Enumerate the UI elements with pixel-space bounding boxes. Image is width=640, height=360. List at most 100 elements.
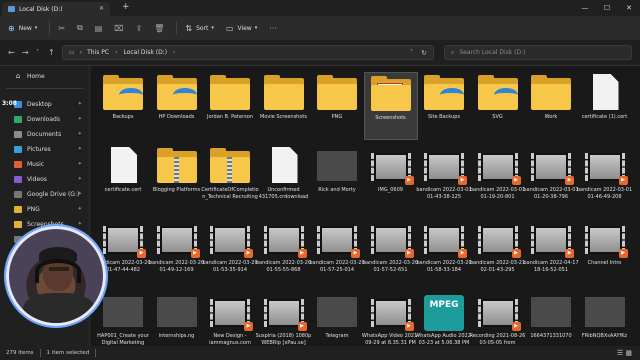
pin-icon[interactable]: ✦ (78, 131, 82, 137)
file-item[interactable]: ▶ bandicam 2022-03-20 01-49-12-169 (149, 218, 204, 286)
file-item[interactable]: HP Downloads (150, 72, 204, 140)
pin-icon[interactable]: ✦ (78, 161, 82, 167)
file-item[interactable]: Unconfirmed 431705.crdownload (257, 145, 311, 213)
document-icon (101, 147, 145, 185)
file-item[interactable]: ▶ Channel Intro (578, 218, 632, 286)
pin-icon[interactable]: ✦ (78, 191, 82, 197)
pin-icon[interactable]: ✦ (78, 206, 82, 212)
maximize-button[interactable]: ☐ (596, 0, 618, 16)
file-item[interactable]: ▶ bandicam 2022-03-01 01-46-49-208 (577, 145, 632, 213)
file-item[interactable]: SVG (471, 72, 525, 140)
sidebar-item[interactable]: Documents ✦ (14, 128, 88, 140)
pin-icon[interactable]: ✦ (78, 221, 82, 227)
file-item[interactable]: Site Backups (417, 72, 471, 140)
pin-icon[interactable]: ✦ (78, 146, 82, 152)
sidebar-item[interactable]: PNG ✦ (14, 203, 88, 215)
document-icon (583, 74, 627, 112)
file-item[interactable]: ▶ bandicam 2022-03-20 01-58-33-184 (416, 218, 472, 286)
file-item[interactable]: Movie Screenshots (257, 72, 311, 140)
more-options-button[interactable]: ··· (269, 24, 277, 33)
pin-icon[interactable]: ✦ (78, 116, 82, 122)
sidebar-item[interactable]: Pictures ✦ (14, 143, 88, 155)
pictures-icon (14, 145, 22, 153)
file-name: bandicam 2022-04-17 18-16-52-051 (523, 260, 579, 273)
file-item[interactable]: ▶ bandicam 2022-03-01 01-20-38-796 (523, 145, 579, 213)
file-item[interactable]: ▶ New Design - iammagnus.com (203, 291, 257, 346)
sidebar-item[interactable]: Google Drive (G:) ✦ (14, 188, 88, 200)
file-item[interactable]: PNG (310, 72, 364, 140)
tab-close-icon[interactable]: ✕ (99, 5, 104, 12)
tab-local-disk[interactable]: Local Disk (D:) ✕ (2, 2, 110, 16)
file-item[interactable]: certificate (1).cert (578, 72, 632, 140)
video-thumbnail: ▶ (262, 293, 307, 331)
video-thumbnail: ▶ (529, 147, 574, 185)
file-item[interactable]: ▶ Suspiria (2018) 1080p WEBRip [xPau.se] (256, 291, 311, 346)
file-item[interactable]: Telegram (310, 291, 364, 346)
file-name: FRibNQBXsAAYfKz (581, 333, 628, 339)
file-item[interactable]: ▶ bandicam 2022-03-20 01-53-35-914 (202, 218, 258, 286)
chevron-down-icon: ▾ (211, 25, 214, 31)
breadcrumb-this-pc[interactable]: This PC (87, 49, 109, 56)
file-item[interactable]: Screenshots (363, 72, 418, 140)
file-item[interactable]: ▶ WhatsApp Video 2021-09-29 at 8.35.31 PM (362, 291, 419, 346)
file-item[interactable]: ▶ bandicam 2022-03-01 01-19-20-801 (470, 145, 525, 213)
minimize-button[interactable]: — (574, 0, 596, 16)
sidebar-item[interactable]: Desktop ✦ (14, 98, 88, 110)
sort-button[interactable]: ⇅ Sort ▾ (185, 24, 214, 33)
up-arrow-icon[interactable]: ↑ (48, 48, 55, 57)
file-item[interactable]: ▶ bandicam 2022-04-17 18-16-52-051 (523, 218, 579, 286)
video-thumbnail: ▶ (583, 220, 628, 258)
sidebar-item[interactable]: Music ✦ (14, 158, 88, 170)
delete-icon[interactable]: 🗑 (154, 24, 164, 33)
share-icon[interactable]: ⇪ (136, 24, 143, 33)
folder-icon (476, 74, 520, 112)
file-name: certificate.cert (104, 187, 142, 193)
file-item[interactable]: ▶ bandicam 2022-03-21 02-01-43-295 (470, 218, 525, 286)
view-button[interactable]: ▭ View ▾ (226, 24, 257, 33)
close-button[interactable]: ✕ (618, 0, 640, 16)
sidebar-item-home[interactable]: ⌂ Home (14, 70, 88, 82)
copy-icon[interactable]: ⧉ (77, 23, 83, 33)
address-dropdown-icon[interactable]: ˅ (410, 49, 413, 56)
file-name: certificate (1).cert (581, 114, 628, 120)
pin-icon[interactable]: ✦ (78, 176, 82, 182)
cut-icon[interactable]: ✂ (58, 24, 65, 33)
chevron-right-icon: › (173, 49, 176, 56)
paste-icon[interactable]: ▤ (95, 24, 103, 33)
rename-icon[interactable]: ⌧ (114, 24, 123, 33)
breadcrumb-local-disk[interactable]: Local Disk (D:) (123, 49, 167, 56)
search-input[interactable]: ⌕ Search Local Disk (D:) (444, 45, 632, 60)
file-item[interactable]: Blogging Platforms (150, 145, 204, 213)
file-item[interactable]: CertificateOfCompletion_Technical Recrui… (201, 145, 259, 213)
file-item[interactable]: ▶ bandicam 2022-03-20 01-55-55-868 (256, 218, 311, 286)
file-item[interactable]: MPEG WhatsApp Audio 2022-03-23 at 5.06.38… (415, 291, 473, 346)
file-item[interactable]: ▶ Recording 2021-08-26 03-05-05 from (470, 291, 525, 346)
file-item[interactable]: ▶ bandicam 2022-03-20 01-57-25-014 (309, 218, 365, 286)
file-item[interactable]: Jordan B. Peterson (203, 72, 257, 140)
file-item[interactable]: ▶ IMG_0609 (364, 145, 418, 213)
drive-icon (8, 6, 15, 12)
file-item[interactable]: Backups (96, 72, 150, 140)
sidebar-item[interactable]: Videos ✦ (14, 173, 88, 185)
refresh-icon[interactable]: ↻ (421, 49, 427, 57)
headset-icon (35, 259, 81, 283)
address-bar[interactable]: ▭ › This PC › Local Disk (D:) › ˅ ↻ (62, 45, 434, 60)
file-item[interactable]: ▶ bandicam 2022-03-20 01-57-52-651 (363, 218, 418, 286)
file-item[interactable]: internships.ng (150, 291, 204, 346)
pin-icon[interactable]: ✦ (78, 101, 82, 107)
file-item[interactable]: Work (524, 72, 578, 140)
file-item[interactable]: ▶ bandicam 2022-03-01 01-43-38-125 (416, 145, 472, 213)
file-item[interactable]: FRibNQBXsAAYfKz (578, 291, 632, 346)
forward-arrow-icon[interactable]: → (22, 48, 29, 57)
back-arrow-icon[interactable]: ← (8, 48, 15, 57)
command-bar: ⊕ New ▾ ✂ ⧉ ▤ ⌧ ⇪ 🗑 ⇅ Sort ▾ ▭ View ▾ ··… (0, 16, 640, 40)
file-item[interactable]: Rick and Morty (310, 145, 364, 213)
sidebar-item[interactable]: Downloads ✦ (14, 113, 88, 125)
file-item[interactable]: HAP001_Create your Digital Marketing (96, 291, 150, 346)
new-button[interactable]: ⊕ New ▾ (8, 24, 37, 33)
file-item[interactable]: certificate.cert (96, 145, 150, 213)
recent-chevron-icon[interactable]: ˅ (36, 49, 39, 56)
file-item[interactable]: 1664371331070 (524, 291, 578, 346)
new-tab-button[interactable]: + (122, 2, 130, 12)
view-toggle-icons[interactable]: ☰ ▦ (617, 349, 632, 357)
